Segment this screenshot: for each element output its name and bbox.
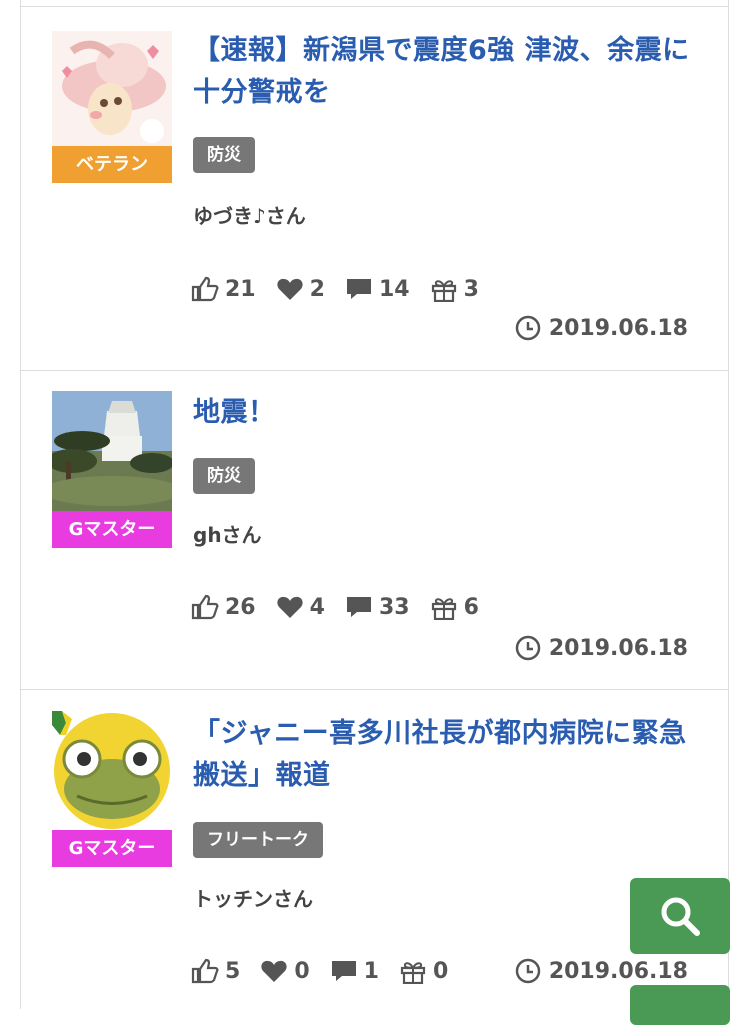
avatar[interactable] — [52, 391, 172, 511]
like-count[interactable]: 5 — [191, 958, 240, 984]
comment-icon — [346, 597, 371, 617]
author-name[interactable]: ゆづき♪さん — [193, 200, 306, 229]
clock-icon — [515, 315, 541, 341]
comment-count[interactable]: 1 — [330, 959, 379, 984]
category-tag[interactable]: フリートーク — [193, 822, 323, 858]
post-stats: 26 4 33 6 — [191, 594, 499, 620]
post-stats: 21 2 14 3 — [191, 276, 499, 302]
author-name[interactable]: トッチンさん — [193, 883, 313, 912]
post-title[interactable]: 【速報】新潟県で震度6強 津波、余震に十分警戒を — [193, 30, 703, 114]
author-name[interactable]: ghさん — [193, 519, 262, 548]
category-tag[interactable]: 防災 — [193, 137, 255, 173]
post-title[interactable]: 地震！ — [193, 392, 703, 434]
gift-count-value: 0 — [432, 958, 449, 984]
gift-count-value: 6 — [463, 594, 479, 620]
thumbs-up-icon — [191, 958, 219, 984]
like-count-value: 21 — [225, 276, 256, 302]
comment-count[interactable]: 33 — [345, 595, 410, 620]
comment-count[interactable]: 14 — [345, 277, 410, 302]
clock-icon — [515, 958, 541, 984]
heart-icon — [276, 278, 303, 300]
list-item[interactable]: Gマスター 「ジャニー喜多川社長が都内病院に緊急搬送」報道 フリートーク トッチ… — [21, 689, 728, 1029]
post-date-value: 2019.06.18 — [548, 315, 688, 341]
gift-count[interactable]: 3 — [430, 276, 479, 302]
heart-count[interactable]: 2 — [276, 277, 325, 302]
gift-icon — [431, 598, 456, 620]
like-count[interactable]: 26 — [191, 594, 256, 620]
post-list: ベテラン 【速報】新潟県で震度6強 津波、余震に十分警戒を 防災 ゆづき♪さん … — [20, 0, 729, 1009]
like-count-value: 5 — [225, 958, 241, 984]
comment-count-value: 14 — [378, 276, 410, 302]
clock-icon — [515, 635, 541, 661]
gift-count[interactable]: 0 — [399, 958, 448, 984]
category-tag[interactable]: 防災 — [193, 458, 255, 494]
post-date: 2019.06.18 — [515, 315, 688, 341]
heart-count[interactable]: 4 — [276, 595, 325, 620]
thumbs-up-icon — [191, 594, 219, 620]
post-stats: 5 0 1 0 — [191, 958, 468, 984]
like-count[interactable]: 21 — [191, 276, 256, 302]
comment-count-value: 33 — [378, 594, 410, 620]
heart-count-value: 2 — [309, 276, 325, 302]
user-rank-badge: Gマスター — [52, 830, 172, 867]
heart-icon — [261, 960, 287, 982]
gift-count[interactable]: 6 — [430, 594, 479, 620]
post-title[interactable]: 「ジャニー喜多川社長が都内病院に緊急搬送」報道 — [193, 713, 703, 797]
search-button[interactable] — [630, 878, 730, 954]
gift-count-value: 3 — [463, 276, 479, 302]
post-date-value: 2019.06.18 — [548, 635, 688, 661]
post-date: 2019.06.18 — [515, 635, 688, 661]
user-rank-badge: ベテラン — [52, 146, 172, 183]
avatar[interactable] — [52, 31, 172, 151]
heart-icon — [276, 596, 303, 618]
avatar[interactable] — [52, 711, 172, 831]
heart-count[interactable]: 0 — [260, 958, 310, 984]
list-item[interactable]: ベテラン 【速報】新潟県で震度6強 津波、余震に十分警戒を 防災 ゆづき♪さん … — [21, 6, 728, 371]
thumbs-up-icon — [191, 276, 219, 302]
gift-icon — [431, 280, 456, 302]
gift-icon — [400, 962, 426, 984]
post-date-value: 2019.06.18 — [548, 958, 688, 984]
comment-icon — [331, 961, 356, 981]
comment-count-value: 1 — [363, 958, 379, 984]
search-icon — [661, 897, 700, 936]
user-rank-badge: Gマスター — [52, 511, 172, 548]
post-date: 2019.06.18 — [515, 958, 688, 984]
comment-icon — [346, 279, 371, 299]
heart-count-value: 0 — [294, 958, 310, 984]
floating-button[interactable] — [630, 985, 730, 1025]
list-item[interactable]: Gマスター 地震！ 防災 ghさん 26 4 33 6 2019.06.18 — [21, 370, 728, 690]
like-count-value: 26 — [225, 594, 256, 620]
heart-count-value: 4 — [309, 594, 325, 620]
